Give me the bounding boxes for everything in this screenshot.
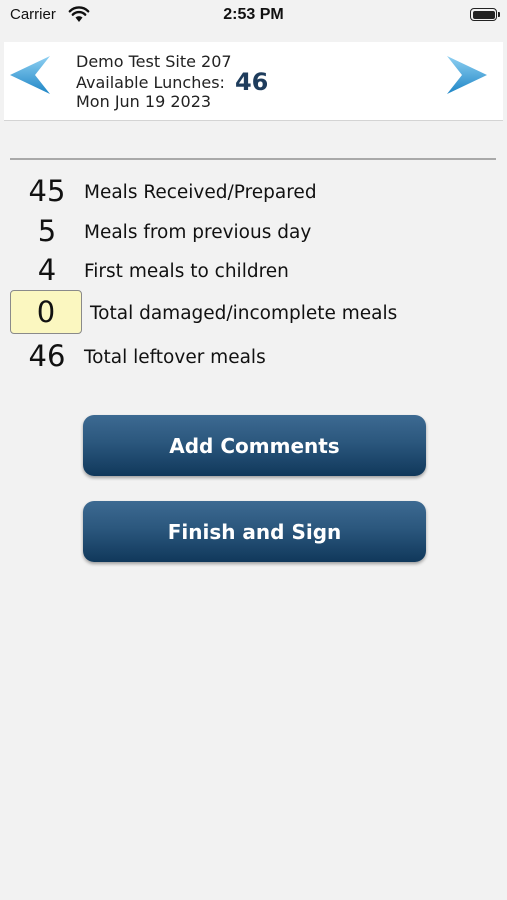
meal-count: 46 [28, 339, 66, 373]
meal-row-first-meals: 4 First meals to children [0, 253, 507, 293]
meal-row-received: 45 Meals Received/Prepared [0, 174, 507, 214]
status-bar: Carrier 2:53 PM [0, 0, 507, 32]
meal-row-damaged: 0 Total damaged/incomplete meals [0, 290, 507, 334]
clock: 2:53 PM [223, 6, 284, 23]
meal-row-leftover: 46 Total leftover meals [0, 339, 507, 379]
add-comments-button[interactable]: Add Comments [83, 415, 426, 476]
available-lunches-count: 46 [234, 68, 269, 96]
meal-label: Meals from previous day [84, 222, 312, 243]
add-comments-label: Add Comments [169, 433, 340, 458]
meal-label: Total damaged/incomplete meals [90, 303, 398, 324]
arrow-right-icon[interactable] [445, 54, 489, 96]
meal-label: First meals to children [84, 261, 289, 282]
meal-label: Meals Received/Prepared [84, 182, 317, 203]
divider [10, 158, 496, 160]
available-lunches-row: Available Lunches: 46 [76, 68, 269, 96]
battery-icon [470, 8, 500, 21]
meal-label: Total leftover meals [84, 347, 266, 368]
arrow-left-icon[interactable] [8, 54, 52, 96]
finish-and-sign-label: Finish and Sign [167, 519, 342, 544]
meal-count: 4 [37, 253, 57, 287]
available-lunches-label: Available Lunches: [76, 73, 225, 92]
meal-count: 5 [37, 214, 57, 248]
site-header: Demo Test Site 207 Available Lunches: 46… [4, 42, 503, 121]
site-info: Demo Test Site 207 Available Lunches: 46… [76, 52, 268, 111]
meal-row-previous-day: 5 Meals from previous day [0, 214, 507, 254]
damaged-meals-input[interactable]: 0 [10, 290, 82, 334]
meal-count: 45 [28, 174, 66, 208]
finish-and-sign-button[interactable]: Finish and Sign [83, 501, 426, 562]
